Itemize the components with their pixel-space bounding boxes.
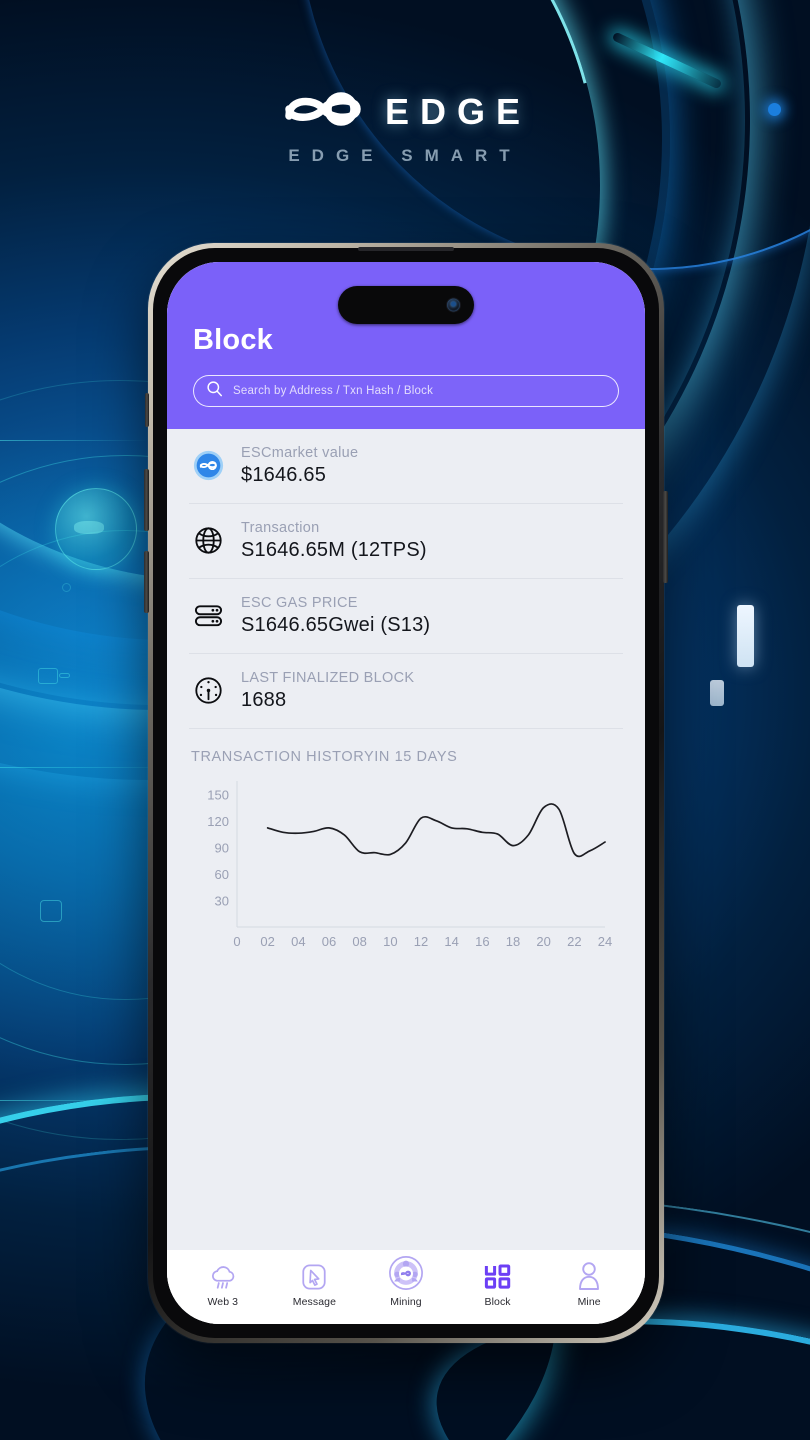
- cursor-icon: [300, 1259, 328, 1291]
- stat-value: S1646.65M (12TPS): [241, 539, 427, 561]
- cyan-streak: [611, 31, 723, 90]
- svg-text:150: 150: [207, 787, 229, 802]
- nav-item-mine[interactable]: Mine: [543, 1259, 635, 1308]
- mute-switch[interactable]: [145, 393, 149, 427]
- nav-item-mining[interactable]: Mining: [360, 1256, 452, 1308]
- hud-glyph-5: [62, 583, 71, 592]
- svg-text:22: 22: [567, 934, 581, 949]
- scan-line-2: [0, 440, 150, 441]
- transaction-history-chart: 30 60 90 120 150 0 02 04 06 08 10 12 14 16 18 20 22 24: [189, 769, 623, 958]
- svg-text:12: 12: [414, 934, 428, 949]
- person-icon: [575, 1259, 603, 1291]
- stat-label: Transaction: [241, 520, 320, 536]
- svg-text:16: 16: [475, 934, 489, 949]
- svg-text:30: 30: [215, 893, 229, 908]
- svg-text:20: 20: [536, 934, 550, 949]
- dynamic-island: [338, 286, 474, 324]
- brand-tagline: EDGE SMART: [288, 146, 522, 165]
- volume-down-button[interactable]: [144, 551, 149, 613]
- globe-sphere: [55, 488, 137, 570]
- phone-screen: Block Search by Address / Txn Hash / Blo…: [167, 262, 645, 1324]
- esc-coin-icon: [191, 448, 225, 482]
- svg-text:06: 06: [322, 934, 336, 949]
- nav-label: Mine: [577, 1296, 601, 1308]
- svg-text:120: 120: [207, 814, 229, 829]
- svg-text:14: 14: [444, 934, 458, 949]
- app-body: ESCmarket value $1646.65 Transaction S16…: [167, 429, 645, 1250]
- svg-text:90: 90: [215, 840, 229, 855]
- search-placeholder: Search by Address / Txn Hash / Block: [233, 385, 434, 397]
- light-panel-bar-small: [710, 680, 724, 706]
- stat-label: LAST FINALIZED BLOCK: [241, 670, 415, 686]
- server-icon: [191, 598, 225, 632]
- light-panel-bar: [737, 605, 754, 667]
- phone-frame: Block Search by Address / Txn Hash / Blo…: [144, 243, 668, 1343]
- stat-row[interactable]: ESCmarket value $1646.65: [189, 429, 623, 504]
- brand-name: EDGE: [384, 90, 532, 132]
- bottom-navigation: Web 3 Message Mining Block Mine: [167, 1250, 645, 1324]
- stat-row[interactable]: ESC GAS PRICE S1646.65Gwei (S13): [189, 579, 623, 654]
- stat-row[interactable]: Transaction S1646.65M (12TPS): [189, 504, 623, 579]
- nav-label: Message: [292, 1296, 337, 1308]
- nav-item-web3[interactable]: Web 3: [177, 1259, 269, 1308]
- svg-text:10: 10: [383, 934, 397, 949]
- chart-title: TRANSACTION HISTORYIN 15 DAYS: [191, 749, 458, 765]
- stat-value: 1688: [241, 689, 287, 711]
- stat-row[interactable]: LAST FINALIZED BLOCK 1688: [189, 654, 623, 729]
- brand-logo: EDGE EDGE SMART: [0, 86, 810, 166]
- search-icon: [206, 380, 223, 402]
- phone-bezel: Block Search by Address / Txn Hash / Blo…: [153, 247, 659, 1338]
- stat-value: S1646.65Gwei (S13): [241, 614, 431, 636]
- hud-glyph-3: [59, 673, 70, 678]
- earpiece-speaker: [358, 247, 454, 251]
- app-root: Block Search by Address / Txn Hash / Blo…: [167, 262, 645, 1324]
- page-title: Block: [193, 324, 273, 356]
- cloud-icon: [208, 1259, 238, 1291]
- svg-text:08: 08: [352, 934, 366, 949]
- svg-text:24: 24: [598, 934, 612, 949]
- grid-icon: [483, 1259, 512, 1291]
- svg-text:02: 02: [260, 934, 274, 949]
- stat-label: ESCmarket value: [241, 445, 359, 461]
- svg-text:60: 60: [215, 867, 229, 882]
- hud-glyph-1: [38, 668, 58, 684]
- front-camera-icon: [447, 298, 460, 312]
- nav-label: Mining: [390, 1296, 422, 1308]
- phone-mockup: Block Search by Address / Txn Hash / Blo…: [144, 243, 668, 1343]
- nav-item-block[interactable]: Block: [452, 1259, 544, 1308]
- svg-text:0: 0: [233, 934, 240, 949]
- speedometer-icon: [191, 673, 225, 707]
- power-button[interactable]: [663, 491, 668, 583]
- svg-text:04: 04: [291, 934, 305, 949]
- infinity-logo-icon: [279, 86, 371, 137]
- volume-up-button[interactable]: [144, 469, 149, 531]
- globe-icon: [191, 523, 225, 557]
- mining-icon: [388, 1256, 424, 1291]
- nav-item-message[interactable]: Message: [269, 1259, 361, 1308]
- stat-label: ESC GAS PRICE: [241, 595, 358, 611]
- hud-glyph-2: [40, 900, 62, 922]
- nav-label: Web 3: [207, 1296, 239, 1308]
- nav-label: Block: [484, 1296, 511, 1308]
- svg-text:18: 18: [506, 934, 520, 949]
- stat-value: $1646.65: [241, 464, 327, 486]
- search-input[interactable]: Search by Address / Txn Hash / Block: [193, 375, 619, 407]
